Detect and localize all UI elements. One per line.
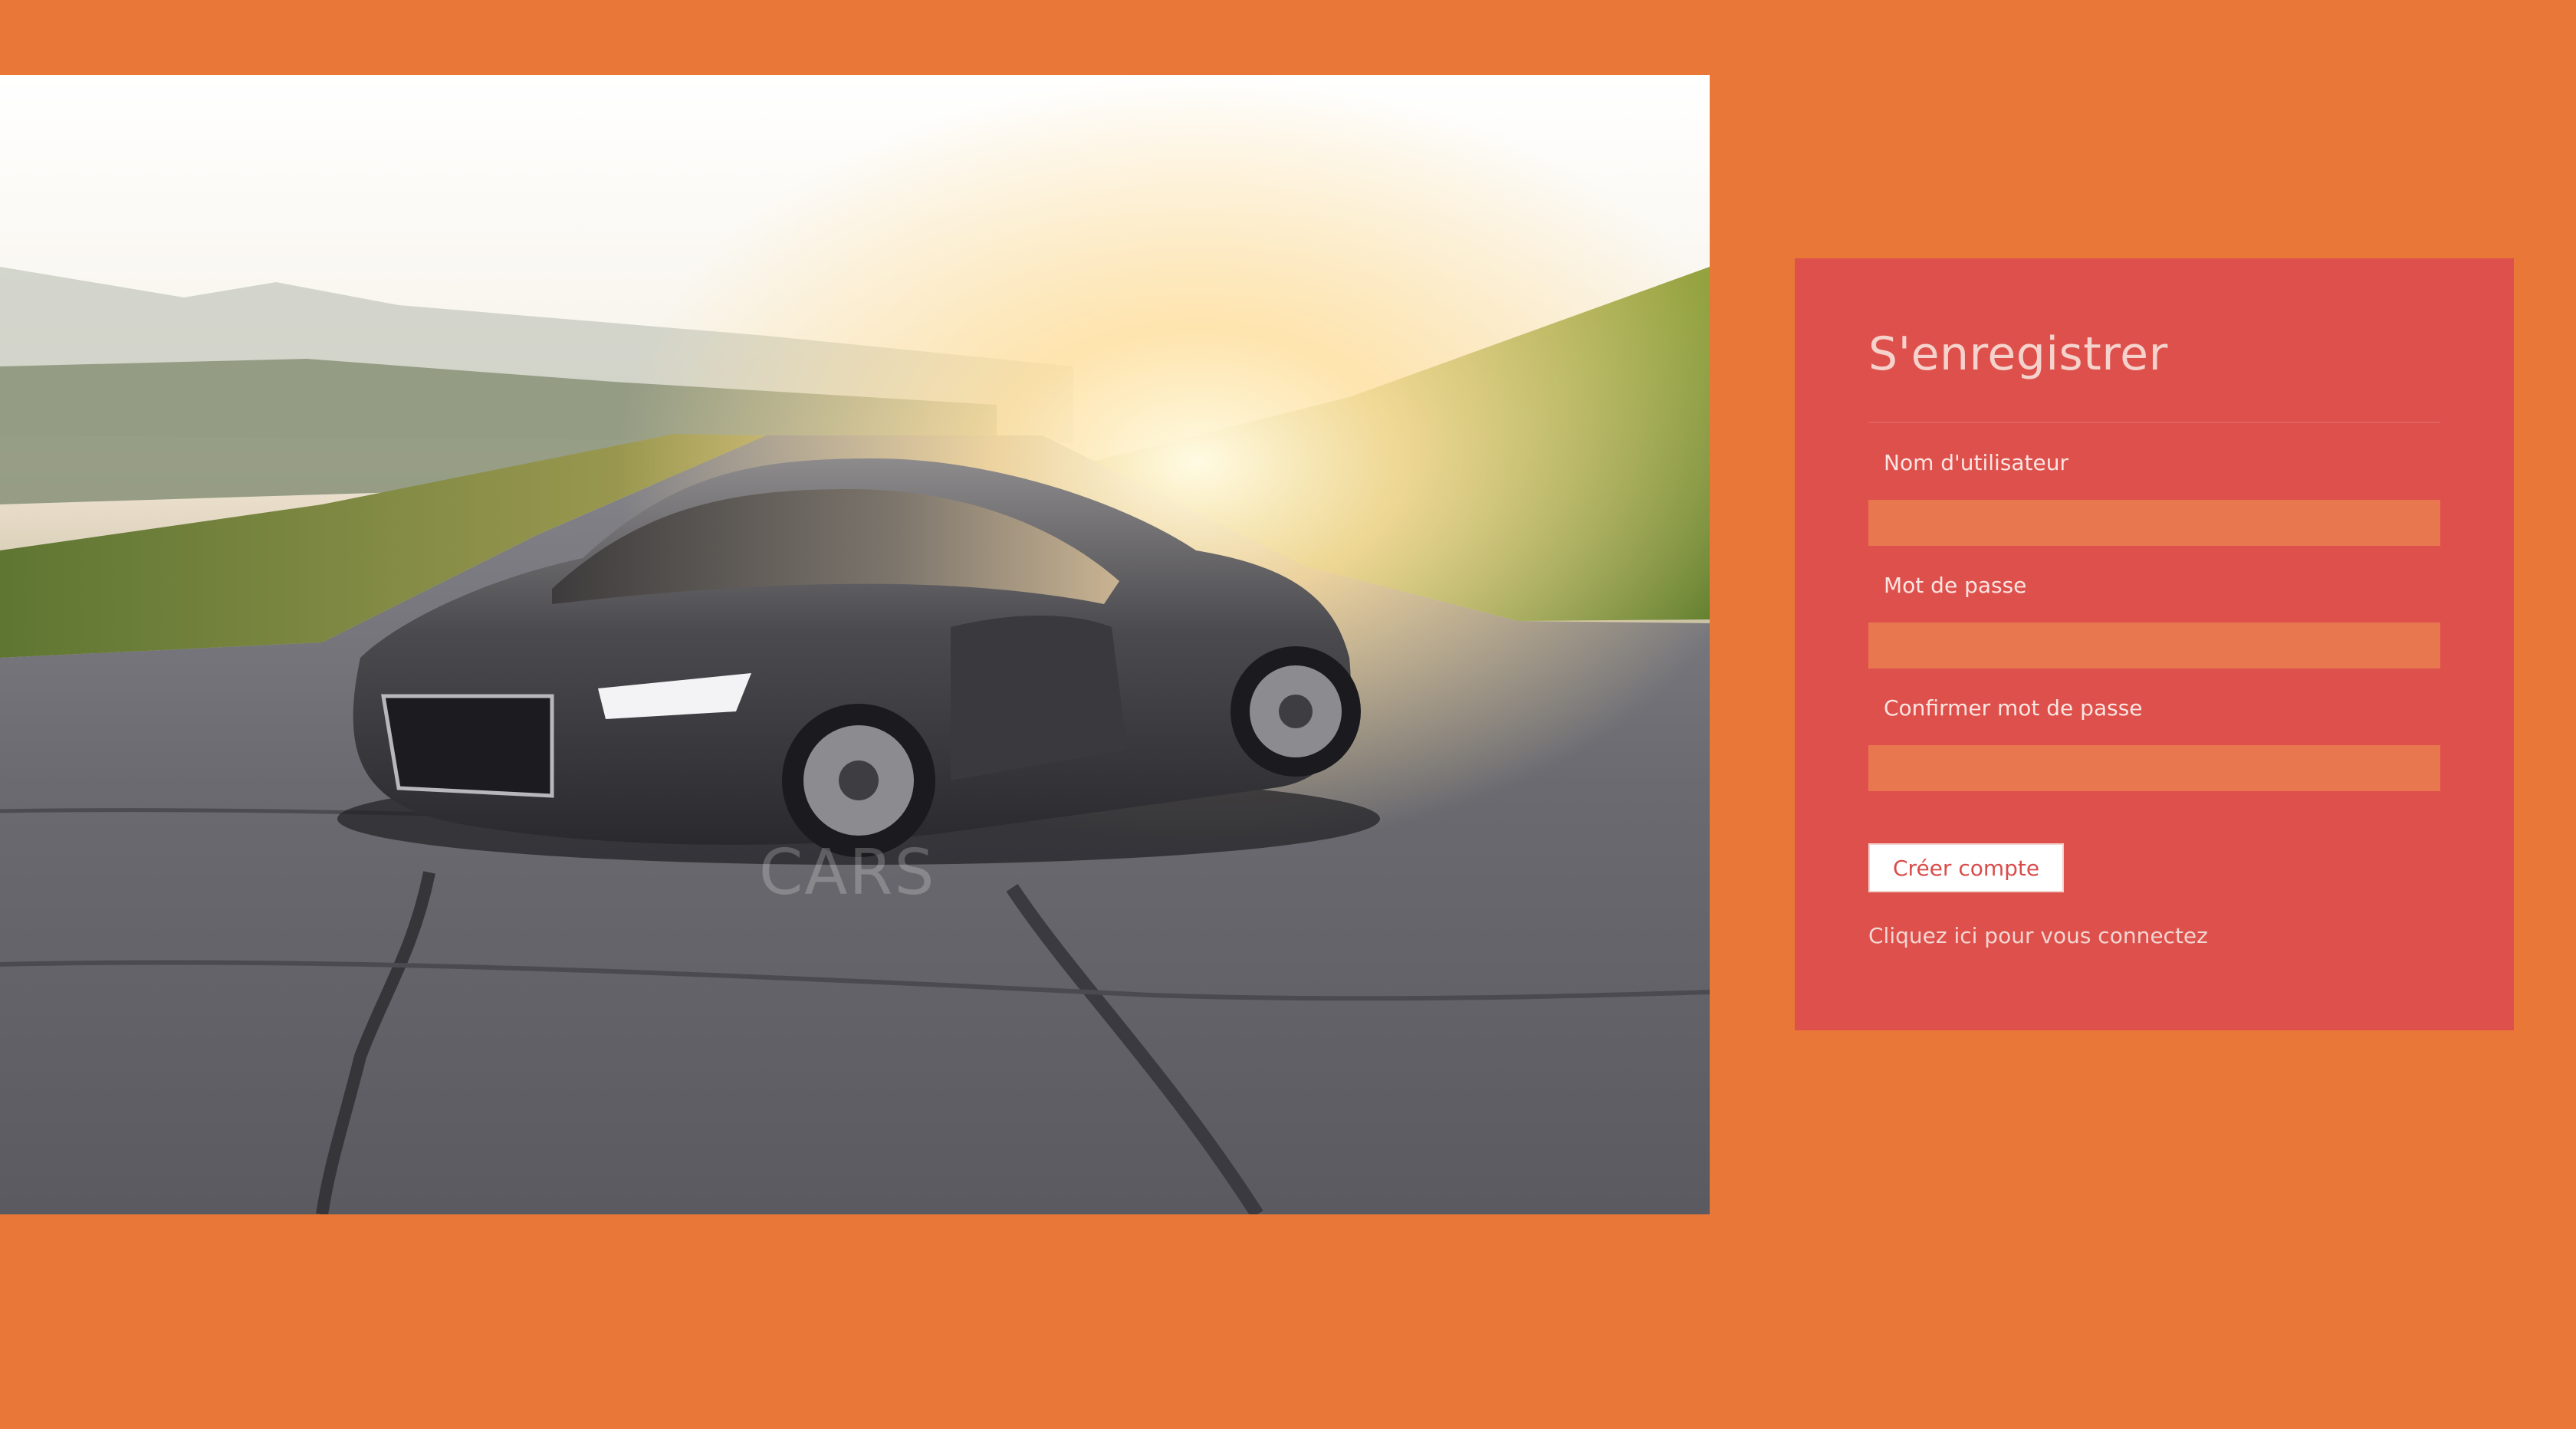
confirm-password-label: Confirmer mot de passe	[1884, 695, 2143, 721]
username-field-group: Nom d'utilisateur	[1868, 452, 2440, 546]
confirm-password-field-group: Confirmer mot de passe	[1868, 698, 2440, 791]
register-title: S'enregistrer	[1868, 327, 2168, 381]
confirm-password-input[interactable]	[1868, 745, 2440, 791]
hero-caption: CARS	[759, 836, 936, 909]
login-link[interactable]: Cliquez ici pour vous connectez	[1868, 923, 2440, 948]
register-panel: S'enregistrer Nom d'utilisateur Mot de p…	[1795, 258, 2514, 1030]
password-label: Mot de passe	[1884, 573, 2027, 598]
password-input[interactable]	[1868, 623, 2440, 669]
username-input[interactable]	[1868, 500, 2440, 546]
create-account-button[interactable]: Créer compte	[1868, 843, 2065, 892]
username-label: Nom d'utilisateur	[1884, 450, 2068, 475]
title-divider	[1868, 422, 2440, 423]
password-field-group: Mot de passe	[1868, 575, 2440, 669]
hero-image: CARS	[0, 75, 1710, 1214]
car-photo	[0, 75, 1710, 1214]
